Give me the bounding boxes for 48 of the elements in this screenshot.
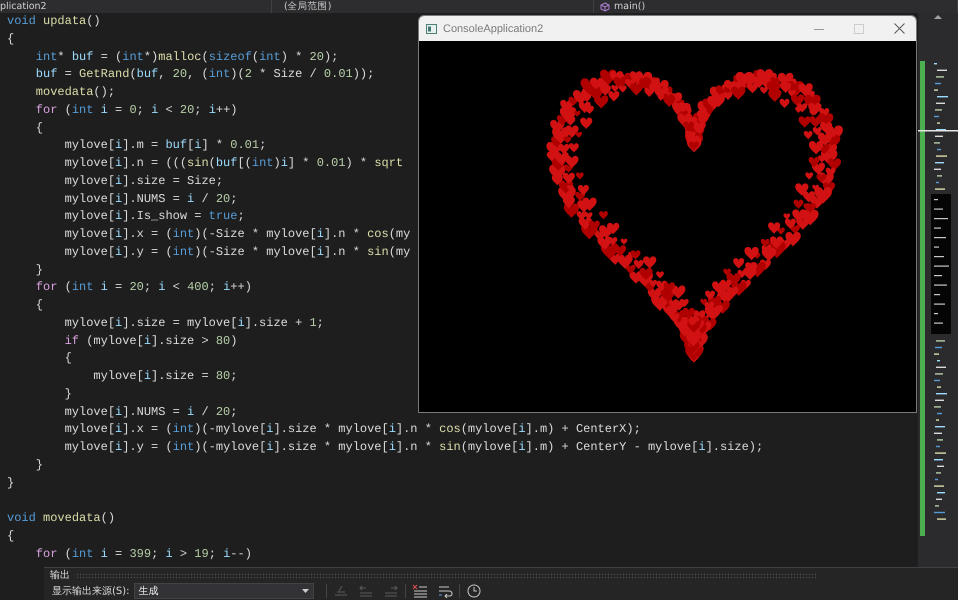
code-line: { [34, 298, 44, 314]
code-line: mylove[i].n = (((sin(buf[(int)i] * 0.01) * sqrt [64, 156, 404, 172]
scope-name[interactable]: (全局范围) [284, 0, 332, 13]
code-line: movedata(); [34, 85, 116, 101]
console-app-icon [426, 24, 437, 34]
project-name[interactable]: plication2 [0, 0, 47, 13]
close-icon [894, 23, 904, 34]
panel-title: 输出 [50, 568, 70, 582]
scroll-up-icon[interactable] [934, 15, 942, 19]
code-line: } [7, 476, 14, 492]
code-line: mylove[i].size = mylove[i].size + 1; [64, 316, 324, 332]
output-source-dropdown[interactable]: 生成 [134, 583, 314, 599]
clock-icon [466, 583, 482, 599]
code-line: } [34, 262, 44, 278]
code-line: mylove[i].y = (int)(-mylove[i].size * mylove[i].n * sin(mylove[i].m) + CenterY - mylove[i].size); [64, 440, 764, 456]
clear-all-icon [412, 583, 428, 599]
code-line: for (int i = 399; i > 19; i--) [34, 546, 252, 562]
window-title: ConsoleApplication2 [443, 22, 544, 34]
code-line: buf = GetRand(buf, 20, (int)(2 * Size / 0.01)); [34, 67, 374, 84]
code-line: mylove[i].NUMS = i / 20; [64, 192, 238, 208]
code-line: mylove[i].size = Size; [64, 174, 224, 190]
code-line: mylove[i].Is_show = true; [64, 209, 245, 226]
code-line: for (int i = 0; i < 20; i++) [34, 102, 238, 119]
code-line: { [34, 120, 44, 136]
source-label: 显示输出来源(S): [52, 584, 130, 598]
code-line: mylove[i].x = (int)(-mylove[i].size * mylove[i].n * cos(mylove[i].m) + CenterX); [64, 422, 641, 438]
cube-icon [600, 2, 610, 12]
maximize-icon [854, 24, 864, 34]
code-line: mylove[i].x = (int)(-Size * mylove[i].n * cos(my [64, 227, 410, 243]
code-line: int* buf = (int*)malloc(sizeof(int) * 20); [34, 50, 338, 66]
code-line: } [34, 458, 44, 474]
code-line: { [7, 528, 14, 545]
code-line: mylove[i].m = buf[i] * 0.01; [64, 138, 266, 154]
code-line: void updata() [7, 14, 101, 30]
previous-icon [358, 583, 374, 599]
next-icon [382, 583, 399, 599]
function-name[interactable]: main() [614, 0, 646, 13]
code-line: mylove[i].NUMS = i / 20; [64, 404, 238, 420]
code-line: void movedata() [7, 511, 116, 527]
code-line: } [64, 386, 72, 403]
code-line: for (int i = 20; i < 400; i++) [34, 280, 252, 296]
code-line: mylove[i].y = (int)(-Size * mylove[i].n * sin(my [64, 244, 410, 261]
code-line: if (mylove[i].size > 80) [64, 334, 238, 350]
code-line: { [7, 32, 14, 48]
caret-icon [302, 589, 309, 593]
code-line: { [64, 351, 72, 368]
code-minimap-drawing[interactable] [918, 61, 958, 536]
code-line: mylove[i].size = 80; [92, 369, 238, 385]
